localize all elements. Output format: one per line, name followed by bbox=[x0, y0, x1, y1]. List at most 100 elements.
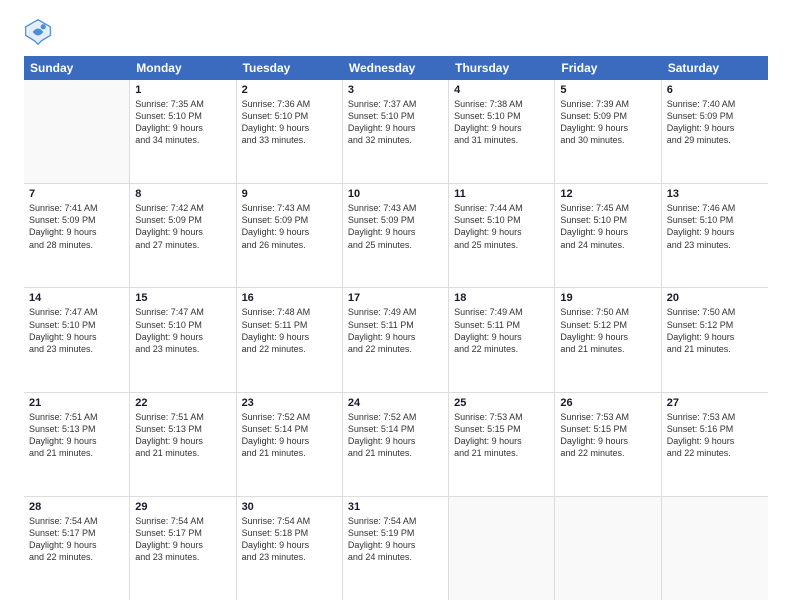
sunset-text: Sunset: 5:11 PM bbox=[242, 319, 337, 331]
day-cell-10: 10Sunrise: 7:43 AMSunset: 5:09 PMDayligh… bbox=[343, 184, 449, 287]
sunrise-text: Sunrise: 7:43 AM bbox=[348, 202, 443, 214]
daylight-text: Daylight: 9 hours bbox=[135, 539, 230, 551]
sunrise-text: Sunrise: 7:53 AM bbox=[560, 411, 655, 423]
sunset-text: Sunset: 5:17 PM bbox=[135, 527, 230, 539]
calendar: SundayMondayTuesdayWednesdayThursdayFrid… bbox=[24, 56, 768, 600]
daylight-text: Daylight: 9 hours bbox=[560, 226, 655, 238]
sunrise-text: Sunrise: 7:43 AM bbox=[242, 202, 337, 214]
week-row-4: 28Sunrise: 7:54 AMSunset: 5:17 PMDayligh… bbox=[24, 497, 768, 600]
daylight-minutes-text: and 22 minutes. bbox=[667, 447, 763, 459]
day-cell-5: 5Sunrise: 7:39 AMSunset: 5:09 PMDaylight… bbox=[555, 80, 661, 183]
sunset-text: Sunset: 5:10 PM bbox=[135, 319, 230, 331]
sunrise-text: Sunrise: 7:37 AM bbox=[348, 98, 443, 110]
sunrise-text: Sunrise: 7:47 AM bbox=[29, 306, 124, 318]
logo-icon bbox=[24, 18, 52, 46]
day-cell-29: 29Sunrise: 7:54 AMSunset: 5:17 PMDayligh… bbox=[130, 497, 236, 600]
daylight-text: Daylight: 9 hours bbox=[135, 435, 230, 447]
day-number: 20 bbox=[667, 292, 763, 304]
sunset-text: Sunset: 5:10 PM bbox=[135, 110, 230, 122]
sunrise-text: Sunrise: 7:48 AM bbox=[242, 306, 337, 318]
sunrise-text: Sunrise: 7:54 AM bbox=[242, 515, 337, 527]
day-number: 6 bbox=[667, 84, 763, 96]
sunset-text: Sunset: 5:10 PM bbox=[242, 110, 337, 122]
day-cell-17: 17Sunrise: 7:49 AMSunset: 5:11 PMDayligh… bbox=[343, 288, 449, 391]
daylight-text: Daylight: 9 hours bbox=[242, 226, 337, 238]
sunrise-text: Sunrise: 7:44 AM bbox=[454, 202, 549, 214]
daylight-text: Daylight: 9 hours bbox=[454, 331, 549, 343]
day-cell-6: 6Sunrise: 7:40 AMSunset: 5:09 PMDaylight… bbox=[662, 80, 768, 183]
sunrise-text: Sunrise: 7:51 AM bbox=[29, 411, 124, 423]
daylight-text: Daylight: 9 hours bbox=[242, 435, 337, 447]
daylight-minutes-text: and 22 minutes. bbox=[348, 343, 443, 355]
sunset-text: Sunset: 5:14 PM bbox=[242, 423, 337, 435]
daylight-minutes-text: and 26 minutes. bbox=[242, 239, 337, 251]
day-cell-24: 24Sunrise: 7:52 AMSunset: 5:14 PMDayligh… bbox=[343, 393, 449, 496]
day-cell-15: 15Sunrise: 7:47 AMSunset: 5:10 PMDayligh… bbox=[130, 288, 236, 391]
day-number: 18 bbox=[454, 292, 549, 304]
day-cell-26: 26Sunrise: 7:53 AMSunset: 5:15 PMDayligh… bbox=[555, 393, 661, 496]
sunrise-text: Sunrise: 7:49 AM bbox=[348, 306, 443, 318]
day-number: 31 bbox=[348, 501, 443, 513]
daylight-minutes-text: and 23 minutes. bbox=[667, 239, 763, 251]
sunset-text: Sunset: 5:17 PM bbox=[29, 527, 124, 539]
daylight-minutes-text: and 25 minutes. bbox=[454, 239, 549, 251]
daylight-text: Daylight: 9 hours bbox=[29, 226, 124, 238]
week-row-3: 21Sunrise: 7:51 AMSunset: 5:13 PMDayligh… bbox=[24, 393, 768, 497]
daylight-minutes-text: and 28 minutes. bbox=[29, 239, 124, 251]
sunset-text: Sunset: 5:09 PM bbox=[667, 110, 763, 122]
week-row-0: 1Sunrise: 7:35 AMSunset: 5:10 PMDaylight… bbox=[24, 80, 768, 184]
sunset-text: Sunset: 5:10 PM bbox=[560, 214, 655, 226]
sunrise-text: Sunrise: 7:52 AM bbox=[242, 411, 337, 423]
day-number: 3 bbox=[348, 84, 443, 96]
sunrise-text: Sunrise: 7:36 AM bbox=[242, 98, 337, 110]
day-number: 30 bbox=[242, 501, 337, 513]
sunrise-text: Sunrise: 7:41 AM bbox=[29, 202, 124, 214]
daylight-minutes-text: and 27 minutes. bbox=[135, 239, 230, 251]
day-cell-18: 18Sunrise: 7:49 AMSunset: 5:11 PMDayligh… bbox=[449, 288, 555, 391]
daylight-minutes-text: and 32 minutes. bbox=[348, 134, 443, 146]
day-header-tuesday: Tuesday bbox=[237, 56, 343, 80]
daylight-text: Daylight: 9 hours bbox=[454, 226, 549, 238]
daylight-minutes-text: and 23 minutes. bbox=[29, 343, 124, 355]
page: SundayMondayTuesdayWednesdayThursdayFrid… bbox=[0, 0, 792, 612]
empty-cell bbox=[662, 497, 768, 600]
sunrise-text: Sunrise: 7:40 AM bbox=[667, 98, 763, 110]
sunrise-text: Sunrise: 7:54 AM bbox=[29, 515, 124, 527]
day-number: 7 bbox=[29, 188, 124, 200]
daylight-text: Daylight: 9 hours bbox=[242, 331, 337, 343]
logo bbox=[24, 18, 56, 46]
day-number: 15 bbox=[135, 292, 230, 304]
sunset-text: Sunset: 5:10 PM bbox=[348, 110, 443, 122]
daylight-minutes-text: and 23 minutes. bbox=[135, 551, 230, 563]
day-number: 26 bbox=[560, 397, 655, 409]
day-cell-7: 7 Sunrise: 7:41 AMSunset: 5:09 PMDaylight… bbox=[24, 184, 130, 287]
day-number: 23 bbox=[242, 397, 337, 409]
sunset-text: Sunset: 5:13 PM bbox=[29, 423, 124, 435]
day-number: 2 bbox=[242, 84, 337, 96]
sunset-text: Sunset: 5:09 PM bbox=[29, 214, 124, 226]
day-number: 1 bbox=[135, 84, 230, 96]
sunrise-text: Sunrise: 7:49 AM bbox=[454, 306, 549, 318]
daylight-text: Daylight: 9 hours bbox=[348, 331, 443, 343]
sunrise-text: Sunrise: 7:54 AM bbox=[135, 515, 230, 527]
sunset-text: Sunset: 5:09 PM bbox=[560, 110, 655, 122]
day-cell-23: 23 Sunrise: 7:52 AMSunset: 5:14 PMDayligh… bbox=[237, 393, 343, 496]
day-cell-21: 21Sunrise: 7:51 AMSunset: 5:13 PMDayligh… bbox=[24, 393, 130, 496]
week-row-2: 14Sunrise: 7:47 AMSunset: 5:10 PMDayligh… bbox=[24, 288, 768, 392]
daylight-minutes-text: and 30 minutes. bbox=[560, 134, 655, 146]
daylight-text: Daylight: 9 hours bbox=[29, 435, 124, 447]
daylight-text: Daylight: 9 hours bbox=[560, 331, 655, 343]
sunrise-text: Sunrise: 7:47 AM bbox=[135, 306, 230, 318]
day-cell-22: 22Sunrise: 7:51 AMSunset: 5:13 PMDayligh… bbox=[130, 393, 236, 496]
day-cell-13: 13Sunrise: 7:46 AMSunset: 5:10 PMDayligh… bbox=[662, 184, 768, 287]
day-number: 11 bbox=[454, 188, 549, 200]
header bbox=[24, 18, 768, 46]
sunset-text: Sunset: 5:15 PM bbox=[560, 423, 655, 435]
day-cell-31: 31Sunrise: 7:54 AMSunset: 5:19 PMDayligh… bbox=[343, 497, 449, 600]
sunset-text: Sunset: 5:13 PM bbox=[135, 423, 230, 435]
daylight-text: Daylight: 9 hours bbox=[242, 539, 337, 551]
sunrise-text: Sunrise: 7:50 AM bbox=[560, 306, 655, 318]
day-header-sunday: Sunday bbox=[24, 56, 130, 80]
day-header-friday: Friday bbox=[555, 56, 661, 80]
day-cell-25: 25Sunrise: 7:53 AMSunset: 5:15 PMDayligh… bbox=[449, 393, 555, 496]
